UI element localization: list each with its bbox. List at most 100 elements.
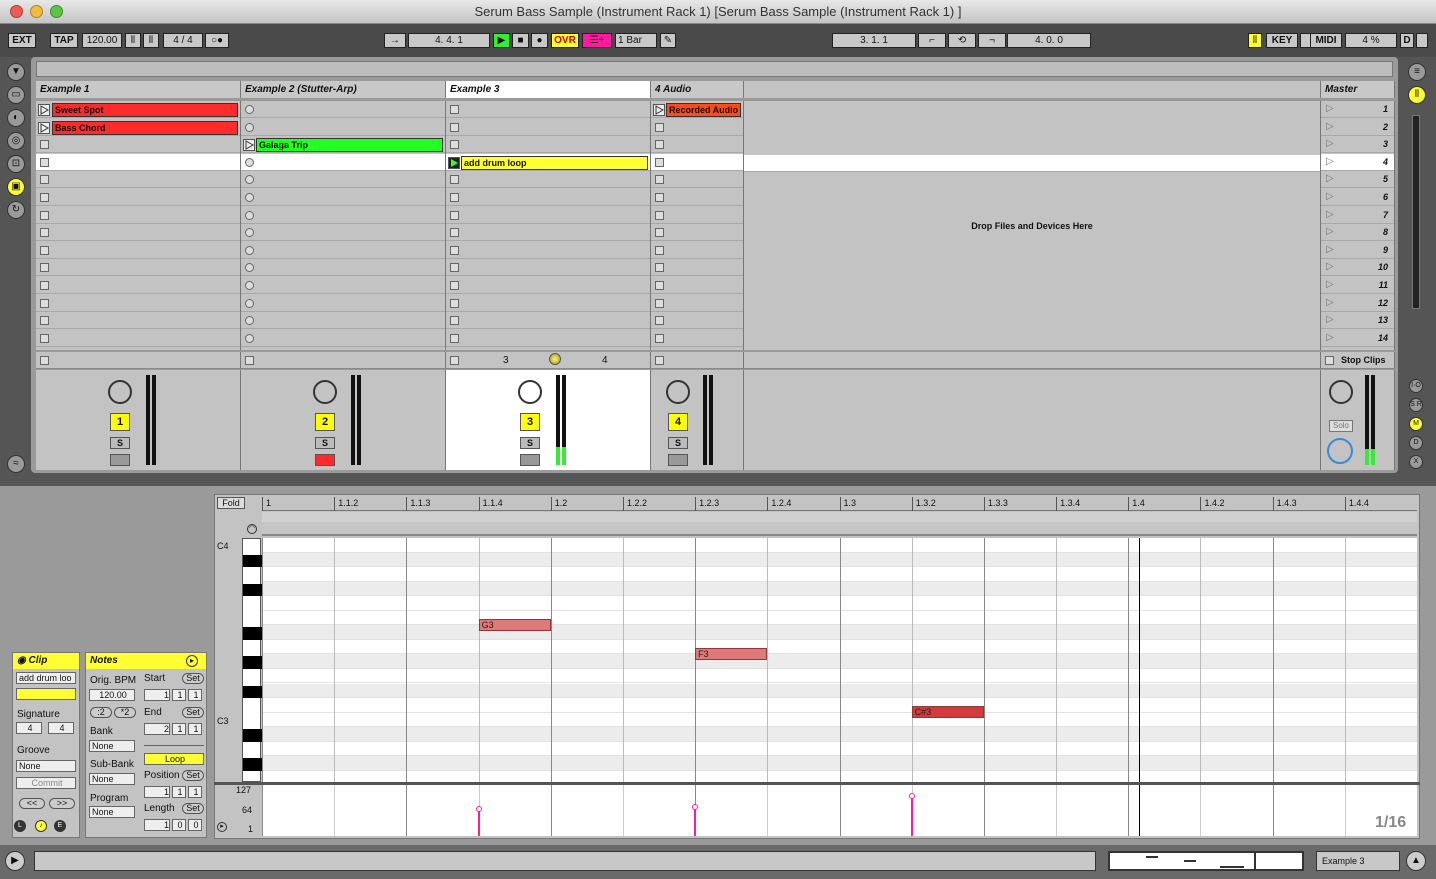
stop-slot-button[interactable] <box>655 298 664 308</box>
track-header-master[interactable]: Master <box>1321 81 1395 98</box>
clip-slot[interactable] <box>446 189 650 206</box>
stop-slot-button[interactable] <box>450 105 459 114</box>
clip-slot[interactable] <box>651 259 743 277</box>
metronome-icon[interactable]: ○● <box>205 33 229 48</box>
stop-slot-button[interactable] <box>40 210 49 220</box>
record-slot-button[interactable] <box>245 263 254 273</box>
scene-play-icon[interactable]: ▷ <box>1326 121 1334 132</box>
stop-slot-button[interactable] <box>40 228 49 238</box>
clip-add-drum-loop[interactable]: add drum loop <box>461 156 648 170</box>
stop-slot-button[interactable] <box>655 245 664 255</box>
overview-bar[interactable] <box>36 61 1393 77</box>
stop-slot-button[interactable] <box>655 281 664 290</box>
play-icon[interactable]: ▶ <box>493 33 510 48</box>
show-detail-icon[interactable]: ▲ <box>1406 851 1426 871</box>
clip-slot[interactable] <box>446 224 650 242</box>
clip-sweet-spot[interactable]: Sweet Spot <box>52 103 238 117</box>
stop-slot-button[interactable] <box>655 228 664 238</box>
record-slot-button[interactable] <box>245 333 254 343</box>
clip-slot[interactable] <box>446 277 650 294</box>
pan-knob[interactable] <box>666 380 690 404</box>
clip-slot[interactable] <box>446 312 650 330</box>
record-slot-button[interactable] <box>245 228 254 238</box>
scene-play-icon[interactable]: ▷ <box>1326 209 1334 220</box>
black-key[interactable] <box>243 685 262 699</box>
clip-slot[interactable] <box>241 189 445 206</box>
clip-slot[interactable] <box>241 153 445 171</box>
preview-headphones-icon[interactable]: ◠ <box>247 524 257 534</box>
max-icon[interactable]: ◎ <box>7 132 25 150</box>
clip-slot[interactable] <box>446 101 650 118</box>
scene-launch[interactable]: ▷ 11 <box>1321 277 1394 294</box>
clip-slot[interactable] <box>36 171 240 189</box>
scene-launch[interactable]: ▷ 2 <box>1321 119 1394 136</box>
black-key[interactable] <box>243 583 262 597</box>
sample-icon[interactable]: ⊡ <box>7 155 25 173</box>
clip-bass-chord[interactable]: Bass Chord <box>52 121 238 135</box>
follow-icon[interactable]: → <box>384 33 406 48</box>
clip-play-icon[interactable] <box>243 139 255 151</box>
clip-slot[interactable] <box>446 242 650 259</box>
launch-panel-icon[interactable]: L <box>14 820 26 832</box>
position-set-button[interactable]: Set <box>182 770 204 781</box>
next-clip-button[interactable]: >> <box>49 798 75 809</box>
record-slot-button[interactable] <box>245 105 254 114</box>
length-bar[interactable]: 1 <box>144 819 170 831</box>
commit-button[interactable]: Commit <box>16 777 76 789</box>
arm-button[interactable] <box>110 454 130 466</box>
clip-slot[interactable] <box>241 242 445 259</box>
stop-slot-button[interactable] <box>40 263 49 273</box>
velocity-stem[interactable] <box>475 806 482 836</box>
stop-slot-button[interactable] <box>655 333 664 343</box>
monitor-button[interactable] <box>668 454 688 466</box>
clip-activator-icon[interactable]: ◉ <box>17 655 29 666</box>
stop-slot-button[interactable] <box>450 228 459 238</box>
clip-slot[interactable] <box>36 277 240 294</box>
scene-launch[interactable]: ▷ 12 <box>1321 295 1394 312</box>
clip-slot[interactable] <box>36 207 240 224</box>
end-beat[interactable]: 1 <box>172 723 186 735</box>
record-slot-button[interactable] <box>245 316 254 326</box>
position-sixteenth[interactable]: 1 <box>188 786 202 798</box>
crossfader-icon[interactable]: X <box>1409 455 1423 469</box>
mixer-icon[interactable]: M <box>1409 417 1423 431</box>
velocity-stem[interactable] <box>908 793 915 836</box>
stop-slot-button[interactable] <box>655 193 664 202</box>
scene-play-icon[interactable]: ▷ <box>1326 244 1334 255</box>
pan-knob[interactable] <box>313 380 337 404</box>
scene-play-icon[interactable]: ▷ <box>1326 314 1334 325</box>
nudge-down-icon[interactable]: ⦀ <box>125 33 141 48</box>
stop-slot-button[interactable] <box>450 122 459 132</box>
stop-slot-button[interactable] <box>450 333 459 343</box>
velocity-lane[interactable] <box>262 785 1417 836</box>
pencil-icon[interactable]: ✎ <box>660 33 676 48</box>
sends-icon[interactable]: S R <box>1409 398 1423 412</box>
scene-play-icon[interactable]: ▷ <box>1326 279 1334 290</box>
clip-slot[interactable] <box>241 330 445 347</box>
midi-map-button[interactable]: MIDI <box>1310 33 1342 48</box>
clip-galaga-trip[interactable]: Galaga Trip <box>256 138 443 152</box>
hard-disk-icon[interactable]: ▭ <box>7 86 25 104</box>
stop-slot-button[interactable] <box>450 298 459 308</box>
scene-play-icon[interactable]: ▷ <box>1326 138 1334 149</box>
track-header-4-audio[interactable]: 4 Audio <box>651 81 744 98</box>
delay-icon[interactable]: D <box>1409 436 1423 450</box>
loop-length-field[interactable]: 4. 0. 0 <box>1007 33 1091 48</box>
punch-in-icon[interactable]: ⌐ <box>918 33 946 48</box>
double-tempo-button[interactable]: *2 <box>114 707 136 718</box>
black-key[interactable] <box>243 554 262 568</box>
punch-out-icon[interactable]: ¬ <box>978 33 1006 48</box>
piano-keyboard[interactable] <box>242 538 262 782</box>
subbank-chooser[interactable]: None <box>89 773 135 785</box>
clip-slot[interactable] <box>651 330 743 347</box>
record-slot-button[interactable] <box>245 245 254 255</box>
stop-clip-button[interactable] <box>40 356 49 365</box>
stop-clip-button[interactable] <box>655 356 664 365</box>
stop-slot-button[interactable] <box>40 140 49 150</box>
arm-button[interactable] <box>520 454 540 466</box>
clip-slot[interactable] <box>651 224 743 242</box>
pan-knob[interactable] <box>108 380 132 404</box>
arrangement-view-icon[interactable]: ⦀ <box>1408 86 1426 104</box>
clip-slot[interactable] <box>36 153 240 171</box>
scene-launch[interactable]: ▷ 6 <box>1321 189 1394 206</box>
